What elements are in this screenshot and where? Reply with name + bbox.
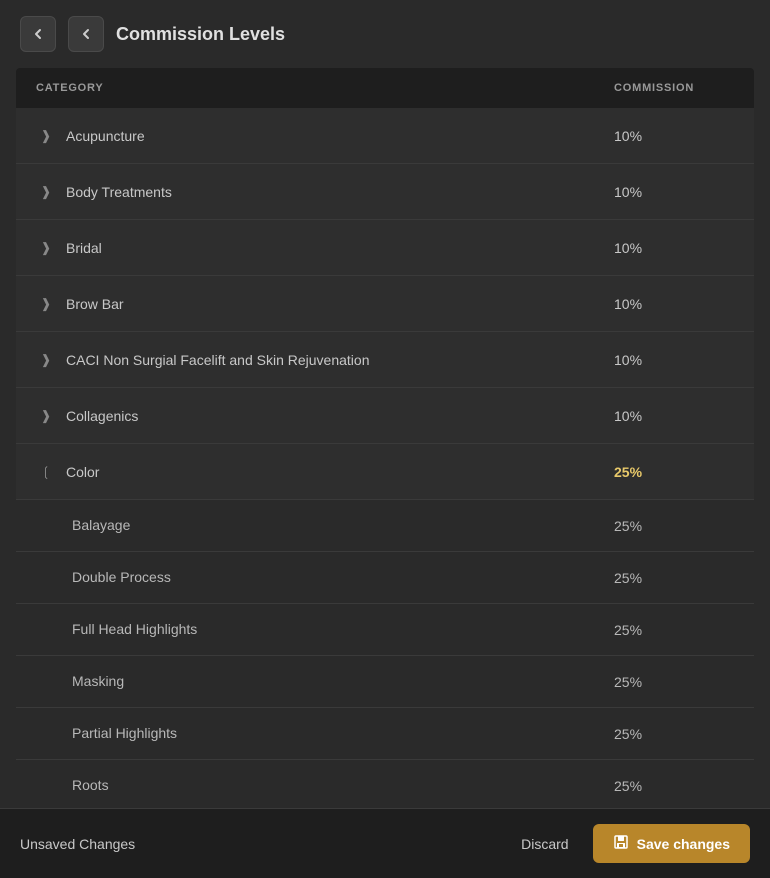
table-row[interactable]: ❱ Body Treatments 10% [16,164,754,220]
row-left: ❱ Acupuncture [16,110,594,162]
save-button[interactable]: Save changes [593,824,750,863]
row-commission-value: 10% [594,224,754,272]
row-commission-value: 10% [594,112,754,160]
header: Commission Levels [0,0,770,68]
row-category-name: Brow Bar [66,296,124,312]
row-category-name: Bridal [66,240,102,256]
chevron-right-icon: ❱ [36,126,56,146]
app-container: Commission Levels CATEGORY COMMISSION ❱ … [0,0,770,878]
table-container[interactable]: CATEGORY COMMISSION ❱ Acupuncture 10% ❱ … [16,68,754,808]
sub-row-left: Roots [16,763,594,809]
sub-row-left: Masking [16,659,594,705]
page-title: Commission Levels [116,24,285,45]
sub-item-name: Full Head Highlights [72,621,197,637]
sub-row-commission: 25% [594,712,754,756]
row-category-name: Color [66,464,99,480]
row-category-name: Acupuncture [66,128,145,144]
footer: Unsaved Changes Discard Save changes [0,808,770,878]
row-left: ❱ Brow Bar [16,278,594,330]
row-left: ❱ Bridal [16,222,594,274]
table-row[interactable]: ❱ CACI Non Surgial Facelift and Skin Rej… [16,332,754,388]
row-commission-value: 10% [594,336,754,384]
sub-row-left: Full Head Highlights [16,607,594,653]
sub-row-commission: 25% [594,764,754,808]
sub-row-roots[interactable]: Roots 25% [16,760,754,808]
sub-row-left: Balayage [16,503,594,549]
category-column-header: CATEGORY [16,68,594,108]
row-commission-value: 10% [594,392,754,440]
chevron-right-icon: ❱ [36,350,56,370]
chevron-right-icon: ❱ [36,238,56,258]
row-category-name: Body Treatments [66,184,172,200]
table-header: CATEGORY COMMISSION [16,68,754,108]
row-left: ❱ Collagenics [16,390,594,442]
sub-item-name: Masking [72,673,124,689]
sub-row-masking[interactable]: Masking 25% [16,656,754,708]
chevron-right-icon: ❱ [36,406,56,426]
sub-row-commission: 25% [594,608,754,652]
table-body: ❱ Acupuncture 10% ❱ Body Treatments 10% … [16,108,754,808]
table-row[interactable]: ❱ Collagenics 10% [16,388,754,444]
sub-item-name: Double Process [72,569,171,585]
sub-item-name: Partial Highlights [72,725,177,741]
sub-item-name: Balayage [72,517,130,533]
table-row-color[interactable]: ❲ Color 25% [16,444,754,500]
sub-item-name: Roots [72,777,109,793]
back-button[interactable] [68,16,104,52]
table-row[interactable]: ❱ Acupuncture 10% [16,108,754,164]
unsaved-changes-label: Unsaved Changes [20,836,135,852]
chevron-right-icon: ❱ [36,182,56,202]
sub-row-left: Double Process [16,555,594,601]
chevron-right-icon: ❱ [36,294,56,314]
sub-row-full-head-highlights[interactable]: Full Head Highlights 25% [16,604,754,656]
table-row[interactable]: ❱ Bridal 10% [16,220,754,276]
row-commission-value: 10% [594,168,754,216]
row-category-name: Collagenics [66,408,138,424]
row-commission-value: 25% [594,448,754,496]
row-left: ❲ Color [16,446,594,498]
sub-row-left: Partial Highlights [16,711,594,757]
row-commission-value: 10% [594,280,754,328]
nav-arrow-button[interactable] [20,16,56,52]
save-icon [613,834,629,853]
sub-row-partial-highlights[interactable]: Partial Highlights 25% [16,708,754,760]
save-button-label: Save changes [637,836,730,852]
sub-row-double-process[interactable]: Double Process 25% [16,552,754,604]
sub-row-commission: 25% [594,660,754,704]
sub-row-balayage[interactable]: Balayage 25% [16,500,754,552]
row-category-name: CACI Non Surgial Facelift and Skin Rejuv… [66,352,370,368]
table-row[interactable]: ❱ Brow Bar 10% [16,276,754,332]
footer-actions: Discard Save changes [509,824,750,863]
sub-row-commission: 25% [594,556,754,600]
row-left: ❱ CACI Non Surgial Facelift and Skin Rej… [16,334,594,386]
sub-row-commission: 25% [594,504,754,548]
row-left: ❱ Body Treatments [16,166,594,218]
chevron-down-icon: ❲ [36,462,56,482]
discard-button[interactable]: Discard [509,828,580,860]
commission-column-header: COMMISSION [594,68,754,108]
